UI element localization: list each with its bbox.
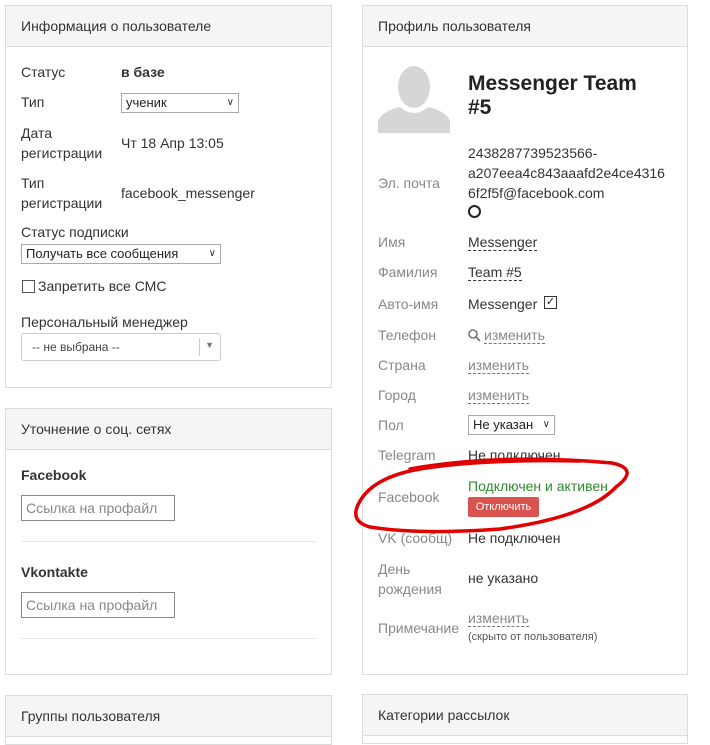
telegram-label: Telegram (378, 447, 436, 463)
reg-date-label: Дата регистрации (21, 125, 103, 161)
disconnect-button[interactable]: Отключить (468, 497, 539, 517)
vk-status: Не подключен (468, 530, 561, 546)
user-info-title: Информация о пользователе (6, 6, 331, 47)
profile-title: Профиль пользователя (363, 6, 687, 47)
sms-checkbox[interactable] (22, 280, 35, 293)
telegram-status: Не подключен (468, 447, 561, 463)
profile-name: Messenger Team #5 (468, 72, 637, 119)
note-hint: (скрыто от пользователя) (468, 631, 598, 643)
gender-select[interactable]: Не указан ∨ (468, 415, 555, 435)
subscription-select-value: Получать все сообщения (26, 246, 179, 261)
auto-name-value: Messenger (468, 296, 538, 312)
auto-name-checkbox[interactable]: ✓ (544, 296, 557, 309)
type-select[interactable]: ученик ∨ (121, 93, 239, 113)
birthday-value: не указано (468, 570, 539, 586)
search-icon (468, 329, 481, 342)
subscription-select[interactable]: Получать все сообщения ∨ (21, 244, 221, 264)
country-edit-link[interactable]: изменить (468, 357, 529, 374)
auto-name-label: Авто-имя (378, 296, 439, 312)
sms-label: Запретить все СМС (38, 278, 167, 294)
vk-profile-input[interactable]: Ссылка на профайл (21, 592, 175, 618)
phone-edit-link[interactable]: изменить (484, 327, 545, 344)
manager-select-value: -- не выбрана -- (32, 340, 120, 354)
phone-label: Телефон (378, 327, 437, 343)
birthday-label: День рождения (378, 561, 442, 597)
social-title: Уточнение о соц. сетях (6, 409, 331, 450)
divider (21, 541, 316, 542)
reg-type-label: Тип регистрации (21, 175, 103, 211)
note-label: Примечание (378, 620, 460, 636)
note-edit-link[interactable]: изменить (468, 610, 529, 627)
email-value: 2438287739523566- a207eea4c843aaafd2e4ce… (468, 145, 665, 201)
type-select-value: ученик (126, 95, 167, 110)
categories-panel: Категории рассылок (362, 694, 688, 744)
country-label: Страна (378, 357, 426, 373)
gender-label: Пол (378, 417, 404, 433)
email-status-circle-icon (468, 205, 481, 218)
facebook-label: Facebook (21, 467, 87, 483)
user-info-panel: Информация о пользователе Статус в базе … (5, 5, 332, 388)
manager-label: Персональный менеджер (21, 314, 188, 330)
chevron-down-icon: ∨ (226, 97, 234, 108)
profile-panel: Профиль пользователя Messenger Team #5 Э… (362, 5, 688, 675)
type-label: Тип (21, 94, 45, 110)
avatar (378, 63, 450, 133)
groups-panel: Группы пользователя (5, 695, 332, 745)
chevron-down-icon: ∨ (208, 248, 216, 259)
chevron-down-icon: ∨ (542, 419, 550, 430)
social-panel: Уточнение о соц. сетях Facebook Ссылка н… (5, 408, 332, 675)
subscription-label: Статус подписки (21, 224, 129, 240)
reg-date-value: Чт 18 Апр 13:05 (121, 135, 224, 151)
first-name-value[interactable]: Messenger (468, 234, 538, 251)
last-name-value[interactable]: Team #5 (468, 264, 522, 281)
manager-select[interactable]: -- не выбрана -- ▼ (21, 333, 221, 361)
caret-down-icon: ▼ (205, 340, 214, 350)
facebook-profile-input[interactable]: Ссылка на профайл (21, 495, 175, 521)
city-edit-link[interactable]: изменить (468, 387, 529, 404)
first-name-label: Имя (378, 234, 406, 250)
vkontakte-label: Vkontakte (21, 564, 88, 580)
city-label: Город (378, 387, 416, 403)
categories-title: Категории рассылок (363, 695, 687, 736)
reg-type-value: facebook_messenger (121, 185, 255, 201)
gender-select-value: Не указан (473, 417, 534, 432)
vk-label: VK (сообщ) (378, 530, 453, 546)
divider (21, 638, 316, 639)
last-name-label: Фамилия (378, 264, 438, 280)
status-label: Статус (21, 64, 66, 80)
email-label: Эл. почта (378, 175, 440, 191)
manager-divider (199, 338, 200, 356)
groups-title: Группы пользователя (6, 696, 331, 737)
facebook-label: Facebook (378, 489, 440, 505)
facebook-status: Подключен и активен (468, 478, 608, 494)
status-value: в базе (121, 64, 165, 80)
